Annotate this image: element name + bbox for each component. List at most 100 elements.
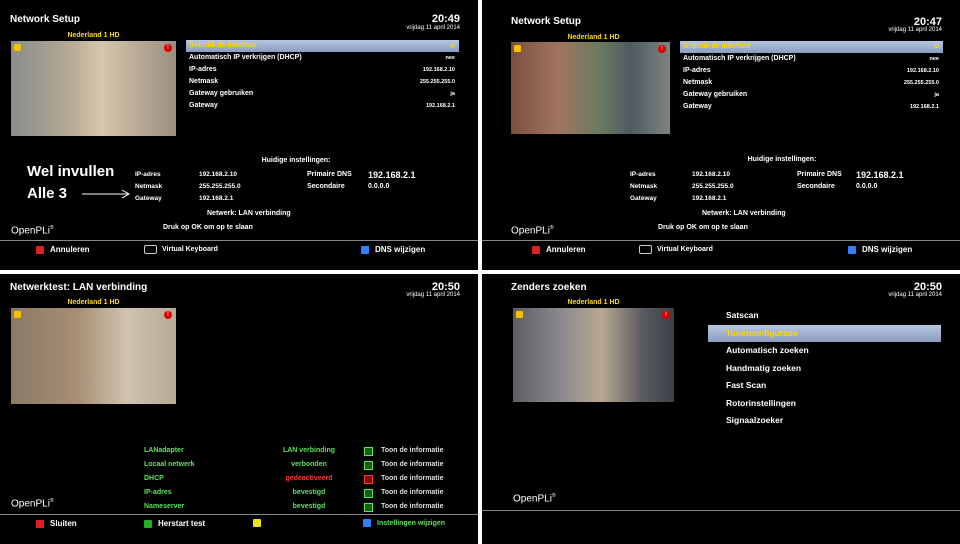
primary-dns-label: Primaire DNS [797,171,842,178]
footer-divider [0,514,478,515]
logo-text: OpenPLi [513,493,552,505]
menu-label: Gateway gebruiken [683,91,748,98]
menu-item-manual-search[interactable]: Handmatig zoeken [708,360,941,378]
annotation-fill-in: Wel invullen [27,163,115,180]
test-row-lanadapter[interactable]: LANadapter LAN verbinding Toon de informat… [144,444,464,458]
menu-label: Gebruik de interface [189,42,257,49]
check-icon [364,489,373,498]
virtual-keyboard-button[interactable]: Virtual Keyboard [144,245,218,254]
network-test-panel: Netwerktest: LAN verbinding 20:50 vrijda… [0,274,478,544]
menu-value: ja [450,43,455,49]
show-info-label: Toon de informatie [381,447,444,454]
red-button-close[interactable]: Sluiten [36,519,77,528]
menu-item-automatic-search[interactable]: Automatisch zoeken [708,342,941,360]
menu-row-ip-address[interactable]: IP-adres 192.168.2.10 [680,65,943,77]
menu-label: Automatisch IP verkrijgen (DHCP) [683,55,796,62]
menu-label: IP-adres [683,67,711,74]
current-netmask-label: Netmask [630,183,658,190]
virtual-keyboard-button[interactable]: Virtual Keyboard [639,245,713,254]
menu-label: Gateway gebruiken [189,90,254,97]
show-info-label: Toon de informatie [381,503,444,510]
current-settings-heading: Huidige instellingen: [261,157,331,164]
video-preview: ! [11,41,176,136]
current-gateway-label: Gateway [630,195,657,202]
current-netmask-label: Netmask [135,183,163,190]
blue-button-dns[interactable]: DNS wijzigen [361,245,425,254]
red-button-cancel[interactable]: Annuleren [532,245,586,254]
current-labels: IP-adres Netmask Gateway [135,169,162,205]
menu-value: 192.168.2.10 [906,68,939,74]
network-status: Netwerk: LAN verbinding [207,210,291,217]
clock-date: vrijdag 11 april 2014 [406,25,460,31]
network-settings-menu: Gebruik de interface ja Automatisch IP ve… [680,41,943,113]
blue-key-icon [363,519,371,527]
menu-row-ip-address[interactable]: IP-adres 192.168.2.10 [186,64,459,76]
blue-button-change-settings[interactable]: Instellingen wijzigen [363,519,445,527]
menu-item-rotor-settings[interactable]: Rotorinstellingen [708,395,941,413]
channel-search-panel: Zenders zoeken 20:50 vrijdag 11 april 20… [482,274,960,544]
logo-text: OpenPLi [11,225,50,237]
green-button-restart-test[interactable]: Herstart test [144,519,205,528]
current-gateway-value: 192.168.2.1 [199,195,234,202]
channel-search-menu: Satscan Tunerconfiguratie Automatisch zo… [708,307,941,430]
menu-label: Netmask [683,79,713,86]
test-row-ip-address[interactable]: IP-adres bevestigd Toon de informatie [144,486,464,500]
test-status: bevestigd [292,489,326,496]
menu-row-netmask[interactable]: Netmask 255.255.255.0 [680,77,943,89]
red-button-label: Annuleren [50,245,90,254]
current-ip-label: IP-adres [630,171,656,178]
test-row-local-network[interactable]: Locaal netwerk verbonden Toon de informati… [144,458,464,472]
screen-title: Zenders zoeken [511,282,587,293]
menu-item-satscan[interactable]: Satscan [708,307,941,325]
network-setup-panel-2: Network Setup 20:47 vrijdag 11 april 201… [482,0,960,270]
menu-row-netmask[interactable]: Netmask 255.255.255.0 [186,76,459,88]
menu-row-dhcp[interactable]: Automatisch IP verkrijgen (DHCP) nee [680,53,943,65]
footer-divider [482,510,960,511]
green-key-icon [144,519,152,528]
test-row-nameserver[interactable]: Nameserver bevestigd Toon de informatie [144,500,464,514]
red-button-label: Annuleren [546,245,586,254]
show-info-label: Toon de informatie [381,489,444,496]
openpli-logo: OpenPLi® [11,498,54,510]
menu-row-gateway[interactable]: Gateway 192.168.2.1 [680,101,943,113]
menu-row-use-interface[interactable]: Gebruik de interface ja [186,40,459,52]
menu-value: 192.168.2.1 [909,104,939,110]
test-row-dhcp[interactable]: DHCP gedeactiveerd Toon de informatie [144,472,464,486]
keyboard-label: Virtual Keyboard [162,246,218,253]
test-status: gedeactiveerd [285,475,333,482]
red-button-label: Sluiten [50,519,77,528]
clock-date: vrijdag 11 april 2014 [406,292,460,298]
keyboard-icon [639,245,652,254]
blue-key-icon [361,245,369,254]
menu-row-gateway[interactable]: Gateway 192.168.2.1 [186,100,459,112]
openpli-logo: OpenPLi® [11,225,54,237]
menu-value: nee [929,56,939,62]
menu-label: Gebruik de interface [683,43,751,50]
current-netmask-value: 255.255.255.0 [199,183,241,190]
menu-item-fast-scan[interactable]: Fast Scan [708,377,941,395]
menu-item-signal-finder[interactable]: Signaalzoeker [708,412,941,430]
network-value: LAN verbinding [733,210,786,217]
blue-button-dns[interactable]: DNS wijzigen [848,245,912,254]
primary-dns-value: 192.168.2.1 [368,170,416,180]
network-label: Netwerk: [702,210,732,217]
dns-labels: Primaire DNS Secondaire [307,169,352,193]
dns-values: 192.168.2.1 0.0.0.0 [368,169,416,193]
menu-value: ja [450,91,455,97]
openpli-logo: OpenPLi® [513,493,556,505]
menu-row-use-gateway[interactable]: Gateway gebruiken ja [186,88,459,100]
check-icon [364,503,373,512]
menu-item-tuner-configuration[interactable]: Tunerconfiguratie [708,324,941,342]
yellow-button[interactable] [253,519,267,527]
red-button-cancel[interactable]: Annuleren [36,245,90,254]
secondary-dns-label: Secondaire [307,183,345,190]
screen-title: Network Setup [511,16,582,27]
current-values: 192.168.2.10 255.255.255.0 192.168.2.1 [692,169,734,205]
menu-value: nee [445,55,455,61]
current-gateway-value: 192.168.2.1 [692,195,727,202]
menu-value: 255.255.255.0 [903,80,939,86]
menu-row-use-gateway[interactable]: Gateway gebruiken ja [680,89,943,101]
menu-row-use-interface[interactable]: Gebruik de interface ja [680,41,943,53]
menu-label: Gateway [189,102,218,109]
menu-row-dhcp[interactable]: Automatisch IP verkrijgen (DHCP) nee [186,52,459,64]
